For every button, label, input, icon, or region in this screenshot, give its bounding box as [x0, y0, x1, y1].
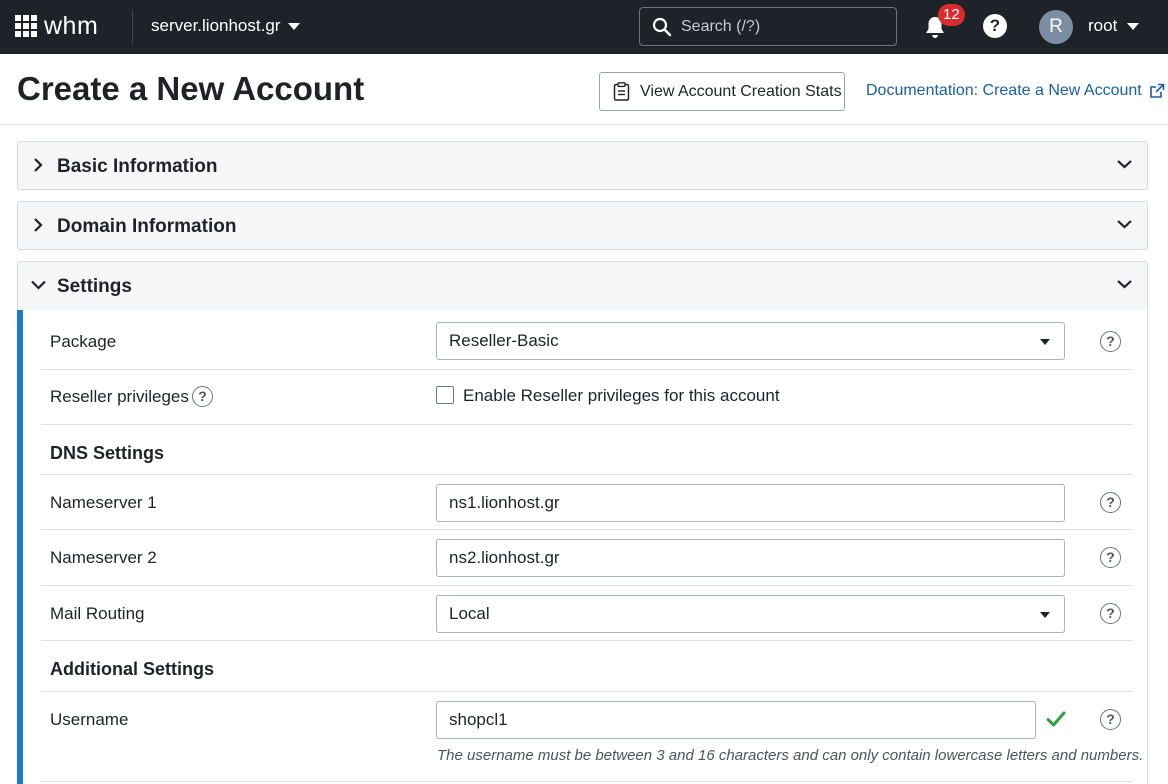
view-account-creation-stats-button[interactable]: View Account Creation Stats [599, 72, 845, 111]
search-box[interactable] [639, 7, 897, 46]
mail-routing-select[interactable]: Local [436, 595, 1065, 633]
documentation-link-label: Documentation: Create a New Account [866, 82, 1142, 99]
topbar-divider [132, 10, 133, 44]
caret-down-icon [1040, 339, 1050, 345]
row-divider [41, 691, 1133, 692]
server-name: server.lionhost.gr [151, 16, 281, 35]
nameserver-1-input[interactable] [436, 484, 1065, 522]
caret-down-icon [1040, 612, 1050, 618]
help-icon[interactable]: ? [983, 14, 1007, 38]
user-menu[interactable]: root [1088, 16, 1140, 36]
panel-title: Settings [57, 276, 132, 297]
avatar[interactable]: R [1039, 10, 1073, 44]
reseller-privileges-label: Reseller privileges [50, 387, 189, 406]
header-divider [0, 124, 1168, 125]
help-icon[interactable]: ? [1100, 709, 1121, 730]
package-label: Package [50, 332, 117, 351]
username-input[interactable] [436, 701, 1036, 739]
chevron-down-icon [1117, 280, 1132, 289]
row-divider [41, 585, 1133, 586]
reseller-privileges-checkbox[interactable] [436, 386, 454, 404]
search-icon [652, 17, 672, 36]
mail-routing-label: Mail Routing [50, 604, 145, 623]
help-icon[interactable]: ? [1100, 331, 1121, 352]
row-divider [41, 640, 1133, 641]
panel-domain-information-header[interactable]: Domain Information [18, 202, 1147, 249]
additional-settings-heading: Additional Settings [50, 659, 214, 679]
reseller-privileges-checkbox-label[interactable]: Enable Reseller privileges for this acco… [463, 386, 780, 406]
username-hint: The username must be between 3 and 16 ch… [437, 747, 1144, 764]
panel-domain-information: Domain Information [17, 201, 1148, 250]
panel-settings-header[interactable]: Settings [18, 262, 1147, 309]
row-divider [41, 781, 1133, 782]
top-bar: whm server.lionhost.gr 12 ? R root [0, 0, 1168, 54]
panel-title: Domain Information [57, 216, 237, 237]
whm-logo[interactable]: whm [44, 12, 98, 41]
chevron-down-icon [1127, 22, 1140, 30]
row-divider [41, 474, 1133, 475]
row-divider [41, 424, 1133, 425]
search-input[interactable] [681, 17, 881, 36]
panel-basic-information-header[interactable]: Basic Information [18, 142, 1147, 189]
chevron-down-icon [31, 280, 46, 290]
chevron-down-icon [288, 22, 301, 30]
nameserver-2-input[interactable] [436, 539, 1065, 577]
panel-settings: Settings [17, 261, 1148, 310]
app-grid-icon[interactable] [15, 15, 37, 37]
settings-accent-bar [17, 310, 23, 784]
checkmark-icon [1046, 711, 1066, 727]
server-selector[interactable]: server.lionhost.gr [151, 16, 301, 36]
help-icon[interactable]: ? [1100, 547, 1121, 568]
username-label: Username [50, 710, 129, 729]
stats-button-label: View Account Creation Stats [640, 82, 842, 100]
page-title: Create a New Account [17, 70, 365, 107]
mail-routing-value: Local [449, 604, 490, 623]
row-divider [41, 369, 1133, 370]
clipboard-icon [613, 82, 630, 101]
help-icon[interactable]: ? [192, 386, 213, 407]
chevron-down-icon [1117, 220, 1132, 229]
row-divider [41, 529, 1133, 530]
user-name: root [1088, 16, 1118, 35]
nameserver-2-label: Nameserver 2 [50, 548, 157, 567]
package-select[interactable]: Reseller-Basic [436, 322, 1065, 360]
dns-settings-heading: DNS Settings [50, 443, 165, 463]
package-value: Reseller-Basic [449, 331, 559, 350]
chevron-down-icon [1117, 160, 1132, 169]
notification-badge: 12 [938, 4, 965, 26]
documentation-link[interactable]: Documentation: Create a New Account [866, 82, 1165, 100]
external-link-icon [1149, 83, 1165, 98]
chevron-right-icon [34, 158, 43, 172]
nameserver-1-label: Nameserver 1 [50, 493, 157, 512]
help-icon[interactable]: ? [1100, 492, 1121, 513]
help-icon[interactable]: ? [1100, 603, 1121, 624]
panel-title: Basic Information [57, 156, 218, 177]
panel-basic-information: Basic Information [17, 141, 1148, 190]
chevron-right-icon [34, 218, 43, 232]
